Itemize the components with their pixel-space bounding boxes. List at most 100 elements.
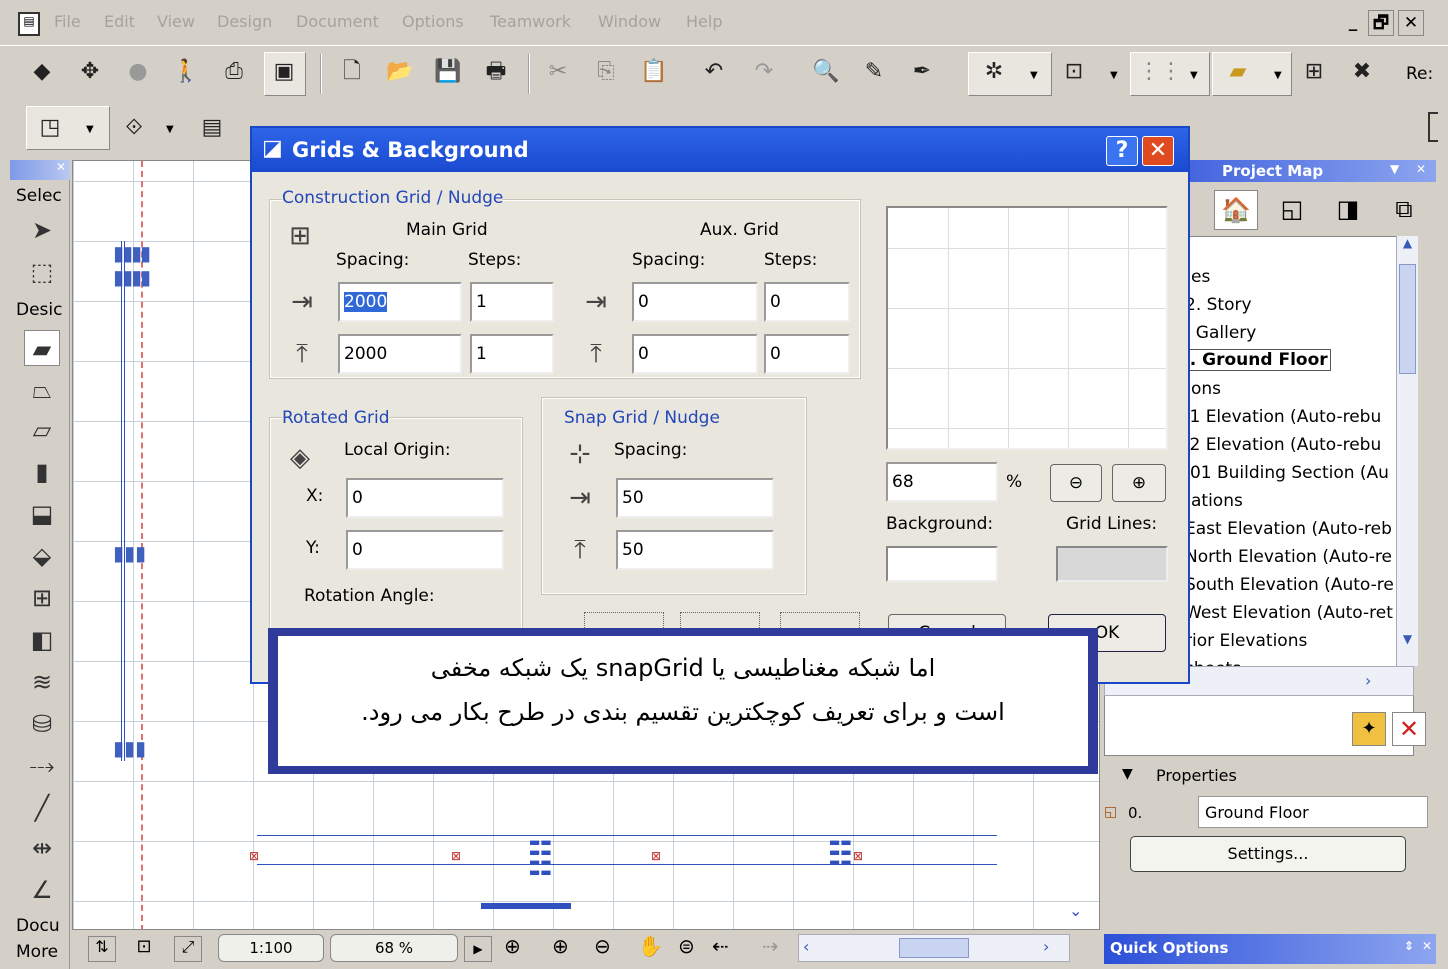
menu-help[interactable]: Help [686,12,722,31]
grid-lines-color-swatch[interactable] [1056,546,1168,582]
tree-item[interactable]: es [1191,267,1210,287]
aux-x-steps-input[interactable]: 0 [764,282,850,322]
restore-button[interactable]: 🗗 [1368,10,1394,36]
new-file-icon[interactable]: 🗋 [334,54,370,90]
fit-icon[interactable]: ⤢ [174,936,202,962]
column-icon[interactable]: ▮ [24,454,60,490]
project-map-menu-icon[interactable]: ▼ [1390,162,1399,176]
zoom-extents-icon[interactable]: ⊕ [504,934,521,958]
redo-icon[interactable]: ↷ [746,54,782,90]
tree-item[interactable]: 2. Story [1185,295,1252,315]
scroll-down-icon[interactable]: ▼ [1398,632,1417,654]
roof-icon[interactable]: ⏢ [24,372,60,408]
story-name-field[interactable]: Ground Floor [1198,796,1428,828]
inject-icon[interactable]: ✒ [904,54,940,90]
walk-icon[interactable]: 🚶 [168,54,204,90]
layer-combination-icon[interactable]: ▰ [1220,54,1256,90]
origin-y-input[interactable]: 0 [346,530,504,570]
properties-toggle-icon[interactable]: ▼ [1122,766,1133,782]
zone-icon[interactable]: ⤏ [24,748,60,784]
preview-zoom-out-icon[interactable]: ⊖ [1050,464,1102,502]
quick-options-toggle-icon[interactable]: ⇕ [1404,939,1414,953]
zoom-display[interactable]: 68 % [330,934,458,962]
tree-item[interactable]: . Gallery [1185,323,1256,343]
grid-snap-icon[interactable]: ⋮⋮ [1138,54,1182,90]
snap-y-input[interactable]: 50 [616,530,774,570]
menu-file[interactable]: File [54,12,81,31]
minimize-button[interactable]: _ [1340,10,1366,36]
undo-icon[interactable]: ↶ [696,54,732,90]
help-button[interactable]: ? [1106,136,1138,166]
marquee-icon[interactable]: ⬚ [24,254,60,290]
menu-design[interactable]: Design [217,12,272,31]
save-icon[interactable]: 💾 [430,54,466,90]
app-icon[interactable]: ▤ [18,12,40,36]
menu-view[interactable]: View [157,12,195,31]
door-icon[interactable]: ◧ [24,622,60,658]
scroll-down-icon[interactable]: ⌄ [1069,901,1082,920]
tree-item[interactable]: rior Elevations [1185,631,1307,651]
zoom-view-icon[interactable]: ⊡ [130,936,158,962]
layout-icon[interactable]: ▤ [194,110,230,146]
beam-icon[interactable]: ▱ [24,412,60,448]
scroll-up-icon[interactable]: ▲ [1398,236,1417,258]
window-icon[interactable]: ⊞ [24,580,60,616]
angle-dimension-icon[interactable]: ∠ [24,872,60,908]
tree-item[interactable]: E/1 Elevation (Auto-rebu [1173,407,1381,427]
paste-icon[interactable]: 📋 [636,54,672,90]
quick-options-close-icon[interactable]: ✕ [1422,939,1432,953]
tree-item[interactable]: ations [1191,491,1243,511]
zoom-menu-icon[interactable]: ▶ [464,936,492,962]
aux-y-steps-input[interactable]: 0 [764,334,850,374]
gravity-icon[interactable]: ✲ [976,54,1012,90]
3d-window-icon[interactable]: ⟐ [116,110,152,146]
close-button[interactable]: ✕ [1398,10,1424,36]
fit-in-window-icon[interactable]: ⊜ [678,934,695,958]
view-map-icon[interactable]: ◱ [1270,190,1314,230]
scale-display[interactable]: 1:100 [218,934,324,962]
tree-item[interactable]: ons [1191,379,1221,399]
tree-scrollbar[interactable]: ▲ ▼ [1396,236,1418,666]
zoom-in-icon[interactable]: ⊕ [552,934,569,958]
tree-item[interactable]: North Elevation (Auto-re [1185,547,1392,567]
menu-document[interactable]: Document [296,12,379,31]
publisher-icon[interactable]: ⧉ [1382,190,1426,230]
print-setup-icon[interactable]: ⎙ [216,54,252,90]
aux-x-spacing-input[interactable]: 0 [632,282,758,322]
tree-item[interactable]: South Elevation (Auto-re [1185,575,1394,595]
zoom-out-icon[interactable]: ⊖ [594,934,611,958]
canvas-hscrollbar[interactable]: ‹ › [798,934,1070,962]
origin-x-input[interactable]: 0 [346,478,504,518]
menu-teamwork[interactable]: Teamwork [490,12,571,31]
menu-window[interactable]: Window [598,12,661,31]
layer-dropdown-icon[interactable]: ▼ [1274,70,1282,81]
gravity-dropdown-icon[interactable]: ▼ [1030,70,1038,81]
project-map-home-icon[interactable]: 🏠 [1214,190,1258,230]
print-icon[interactable]: 🖶 [478,54,514,90]
tree-item[interactable]: 5-01 Building Section (Au [1173,463,1389,483]
selection-dropdown-icon[interactable]: ▼ [1110,70,1118,81]
scroll-right-icon[interactable]: › [1365,671,1371,690]
floor-plan-dropdown-icon[interactable]: ▼ [86,124,94,135]
main-y-steps-input[interactable]: 1 [470,334,554,374]
new-view-icon[interactable]: ✦ [1352,712,1386,746]
pan-icon[interactable]: ✥ [72,54,108,90]
dialog-close-button[interactable]: ✕ [1142,136,1174,166]
snap-x-input[interactable]: 50 [616,478,774,518]
line-icon[interactable]: ╱ [24,790,60,826]
cut-icon[interactable]: ✂ [540,54,576,90]
toolbar-overflow[interactable]: Re: [1406,64,1433,84]
stair-icon[interactable]: ⬙ [24,538,60,574]
scroll-left-icon[interactable]: ‹ [803,937,809,956]
next-zoom-icon[interactable]: ⇢ [762,934,779,958]
main-y-spacing-input[interactable]: 2000 [338,334,462,374]
preview-zoom-in-icon[interactable]: ⊕ [1112,464,1166,502]
previous-zoom-icon[interactable]: ⇠ [712,934,729,958]
tree-item[interactable]: E/2 Elevation (Auto-rebu [1173,435,1381,455]
open-folder-icon[interactable]: 📂 [382,54,418,90]
menu-options[interactable]: Options [402,12,464,31]
3d-view-icon[interactable]: ◆ [24,54,60,90]
delete-view-icon[interactable]: ✕ [1392,712,1426,746]
orbit-icon[interactable]: ● [120,54,156,90]
selection-icon[interactable]: ⊡ [1056,54,1092,90]
